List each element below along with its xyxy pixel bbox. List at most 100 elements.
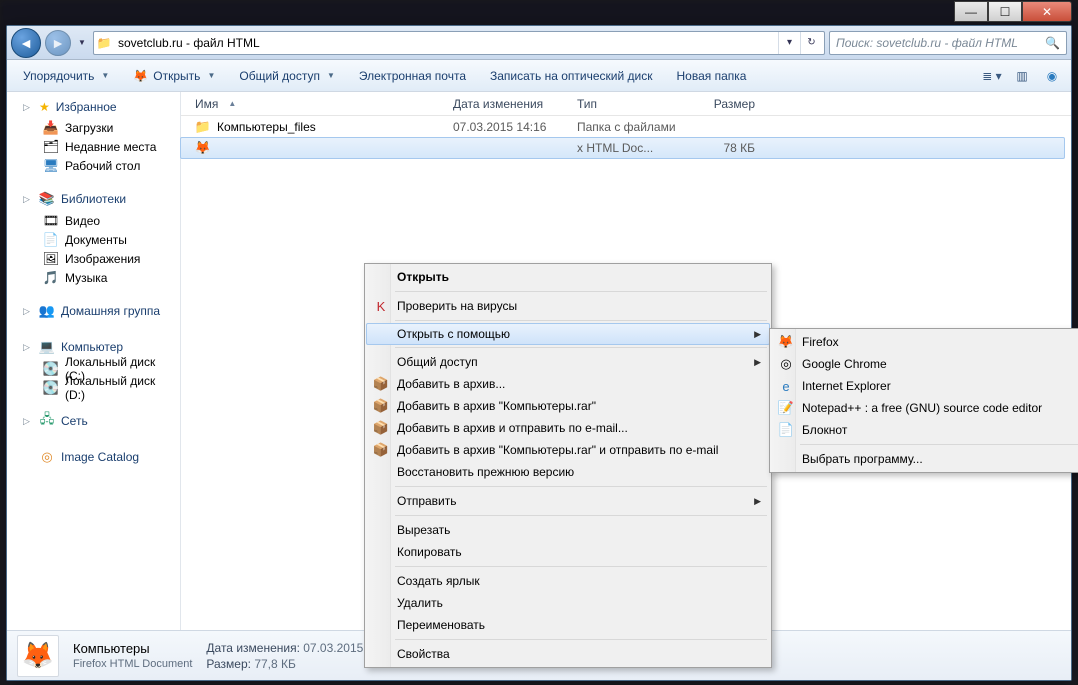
help-button[interactable]: ◉ (1039, 65, 1065, 87)
refresh-button[interactable]: ↻ (800, 32, 822, 54)
libraries-header[interactable]: ▷📚Библиотеки (7, 189, 180, 211)
back-button[interactable]: ◄ (11, 28, 41, 58)
nav-videos[interactable]: 🎞Видео (7, 211, 180, 230)
submenu-arrow-icon: ▶ (754, 357, 761, 368)
burn-button[interactable]: Записать на оптический диск (480, 63, 663, 89)
winrar-icon: 📦 (373, 398, 389, 414)
search-input[interactable]: Поиск: sovetclub.ru - файл HTML 🔍 (829, 31, 1067, 55)
ctx-scan[interactable]: KПроверить на вирусы (367, 295, 769, 317)
ctx-rename[interactable]: Переименовать (367, 614, 769, 636)
ctx-share[interactable]: Общий доступ▶ (367, 351, 769, 373)
star-icon: ★ (39, 100, 50, 114)
ctx-open[interactable]: Открыть (367, 266, 769, 288)
submenu-arrow-icon: ▶ (754, 329, 761, 340)
favorites-header[interactable]: ▷★Избранное (7, 98, 180, 118)
notepad-icon: 📄 (778, 422, 794, 438)
forward-button[interactable]: ► (45, 30, 71, 56)
ctx-open-with[interactable]: Открыть с помощью▶ (366, 323, 770, 345)
context-menu: Открыть KПроверить на вирусы Открыть с п… (364, 263, 772, 668)
file-row[interactable]: 📁Компьютеры_files 07.03.2015 14:16 Папка… (181, 116, 1071, 138)
folder-icon: 📁 (195, 119, 211, 135)
ctx-add-email[interactable]: 📦Добавить в архив и отправить по e-mail.… (367, 417, 769, 439)
search-placeholder: Поиск: sovetclub.ru - файл HTML (836, 36, 1018, 50)
openwith-ie[interactable]: eInternet Explorer (772, 375, 1078, 397)
network-header[interactable]: ▷🖧Сеть (7, 411, 180, 433)
toolbar: Упорядочить▼ 🦊Открыть▼ Общий доступ▼ Эле… (7, 60, 1071, 92)
file-row-selected[interactable]: 🦊 x HTML Doc... 78 КБ (180, 137, 1065, 159)
kaspersky-icon: K (373, 298, 389, 314)
firefox-icon: 🦊 (195, 140, 211, 156)
ctx-delete[interactable]: Удалить (367, 592, 769, 614)
address-bar: ◄ ► ▼ 📁 sovetclub.ru - файл HTML ▾ ↻ Пои… (7, 26, 1071, 60)
nav-music[interactable]: 🎵Музыка (7, 268, 180, 287)
ctx-copy[interactable]: Копировать (367, 541, 769, 563)
details-subtitle: Firefox HTML Document (73, 658, 192, 670)
nav-downloads[interactable]: 📥Загрузки (7, 118, 180, 137)
close-button[interactable]: ✕ (1022, 1, 1072, 22)
firefox-icon: 🦊 (778, 334, 794, 350)
catalog-icon: ◎ (39, 449, 55, 465)
folder-icon: 📁 (96, 35, 112, 51)
homegroup-icon: 👥 (39, 303, 55, 319)
maximize-button[interactable]: ☐ (988, 1, 1022, 22)
music-icon: 🎵 (43, 270, 59, 286)
view-options-button[interactable]: ≣ ▾ (979, 65, 1005, 87)
ctx-add-rar[interactable]: 📦Добавить в архив "Компьютеры.rar" (367, 395, 769, 417)
desktop-icon: 🖥 (43, 158, 59, 174)
nav-documents[interactable]: 📄Документы (7, 230, 180, 249)
ctx-shortcut[interactable]: Создать ярлык (367, 570, 769, 592)
file-large-icon: 🦊 (17, 635, 59, 677)
explorer-window: — ☐ ✕ ◄ ► ▼ 📁 sovetclub.ru - файл HTML ▾… (6, 25, 1072, 681)
nav-pictures[interactable]: 🖼Изображения (7, 249, 180, 268)
column-headers: Имя▲ Дата изменения Тип Размер (181, 92, 1071, 116)
file-type: Папка с файлами (569, 120, 685, 134)
file-list-pane: Имя▲ Дата изменения Тип Размер 📁 Компьюте… (181, 92, 1071, 630)
ctx-cut[interactable]: Вырезать (367, 519, 769, 541)
openwith-notepadpp[interactable]: 📝Notepad++ : a free (GNU) source code ed… (772, 397, 1078, 419)
ctx-properties[interactable]: Свойства (367, 643, 769, 665)
submenu-arrow-icon: ▶ (754, 496, 761, 507)
file-size: 78 КБ (685, 141, 763, 155)
image-catalog-header[interactable]: ◎Image Catalog (7, 447, 180, 469)
ctx-add-archive[interactable]: 📦Добавить в архив... (367, 373, 769, 395)
ctx-add-rar-email[interactable]: 📦Добавить в архив "Компьютеры.rar" и отп… (367, 439, 769, 461)
column-size[interactable]: Размер (685, 97, 763, 111)
openwith-choose[interactable]: Выбрать программу... (772, 448, 1078, 470)
ctx-restore[interactable]: Восстановить прежнюю версию (367, 461, 769, 483)
breadcrumb-dropdown[interactable]: ▾ (778, 32, 800, 54)
column-name[interactable]: Имя▲ (187, 97, 445, 111)
homegroup-header[interactable]: ▷👥Домашняя группа (7, 301, 180, 323)
winrar-icon: 📦 (373, 442, 389, 458)
nav-history-dropdown[interactable]: ▼ (75, 29, 89, 57)
share-button[interactable]: Общий доступ▼ (229, 63, 345, 89)
ie-icon: e (778, 378, 794, 394)
minimize-button[interactable]: — (954, 1, 988, 22)
openwith-notepad[interactable]: 📄Блокнот (772, 419, 1078, 441)
computer-icon: 💻 (39, 339, 55, 355)
nav-desktop[interactable]: 🖥Рабочий стол (7, 156, 180, 175)
open-button[interactable]: 🦊Открыть▼ (123, 63, 225, 89)
breadcrumb-text: sovetclub.ru - файл HTML (116, 36, 774, 50)
nav-recent[interactable]: 🗂Недавние места (7, 137, 180, 156)
ctx-send-to[interactable]: Отправить▶ (367, 490, 769, 512)
sort-arrow-icon: ▲ (228, 99, 236, 108)
file-type: x HTML Doc... (569, 141, 685, 155)
new-folder-button[interactable]: Новая папка (667, 63, 757, 89)
breadcrumb[interactable]: 📁 sovetclub.ru - файл HTML ▾ ↻ (93, 31, 825, 55)
file-name: Компьютеры_files (217, 120, 316, 134)
organize-button[interactable]: Упорядочить▼ (13, 63, 119, 89)
recent-icon: 🗂 (43, 139, 59, 155)
notepadpp-icon: 📝 (778, 400, 794, 416)
search-icon: 🔍 (1045, 36, 1060, 50)
openwith-chrome[interactable]: ◎Google Chrome (772, 353, 1078, 375)
email-button[interactable]: Электронная почта (349, 63, 476, 89)
nav-drive-d[interactable]: 💽Локальный диск (D:) (7, 378, 180, 397)
column-type[interactable]: Тип (569, 97, 685, 111)
preview-pane-button[interactable]: ▥ (1009, 65, 1035, 87)
column-date[interactable]: Дата изменения (445, 97, 569, 111)
winrar-icon: 📦 (373, 376, 389, 392)
details-title: Компьютеры (73, 641, 192, 656)
openwith-firefox[interactable]: 🦊Firefox (772, 331, 1078, 353)
document-icon: 📄 (43, 232, 59, 248)
navigation-pane: ▷★Избранное 📥Загрузки 🗂Недавние места 🖥Р… (7, 92, 181, 630)
